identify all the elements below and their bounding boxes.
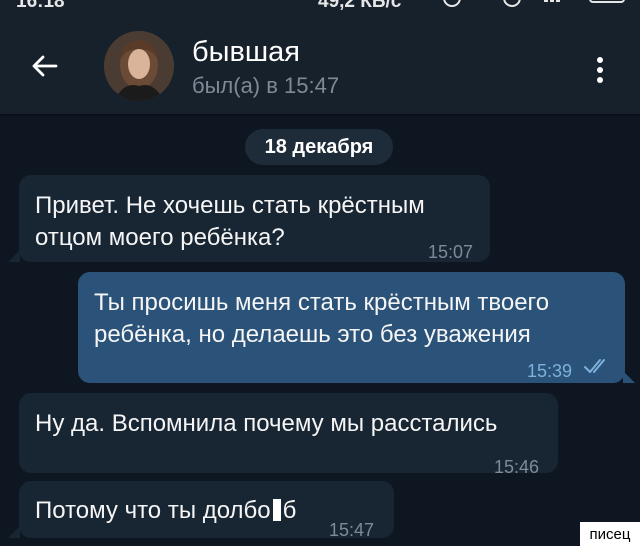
message-text: Ну да. Вспомнила почему мы расстались [35,410,498,437]
double-check-icon [584,359,605,373]
message-text: Привет. Не хочешь стать крёстным отцом м… [35,192,425,251]
message-time: 15:46 [494,457,540,477]
status-icons [443,0,625,7]
more-vertical-icon-dot [597,67,603,73]
message-incoming[interactable]: Ну да. Вспомнила почему мы расстались 15… [19,393,558,477]
chat-header: бывшая был(а) в 15:47 [0,14,640,114]
message-time: 15:39 [527,361,573,381]
message-text: Ты просишь меня стать крёстным твоего ре… [94,289,550,348]
more-vertical-icon-dot [597,77,603,83]
censor-mark [272,499,281,521]
avatar[interactable] [104,31,174,101]
avatar-image [104,31,174,101]
status-time: 16:18 [16,0,65,12]
message-outgoing[interactable]: Ты просишь меня стать крёстным твоего ре… [78,272,625,383]
more-menu-button[interactable] [584,50,616,90]
back-arrow-icon [32,55,58,77]
date-separator: 18 декабря [245,129,393,165]
status-net-speed: 49,2 КБ/с [318,0,402,12]
message-incoming[interactable]: Потому что ты долбо б 15:47 [19,481,394,540]
message-incoming[interactable]: Привет. Не хочешь стать крёстным отцом м… [19,175,490,262]
watermark: писец [580,522,640,546]
status-bar: 16:18 49,2 КБ/с [0,0,640,14]
contact-name[interactable]: бывшая [192,36,300,69]
message-time: 15:47 [329,520,375,540]
message-time: 15:07 [428,242,474,262]
message-text: Потому что ты долбо б [35,497,297,524]
back-button[interactable] [22,44,66,88]
more-vertical-icon [597,57,603,63]
last-seen-status: был(а) в 15:47 [192,73,340,98]
